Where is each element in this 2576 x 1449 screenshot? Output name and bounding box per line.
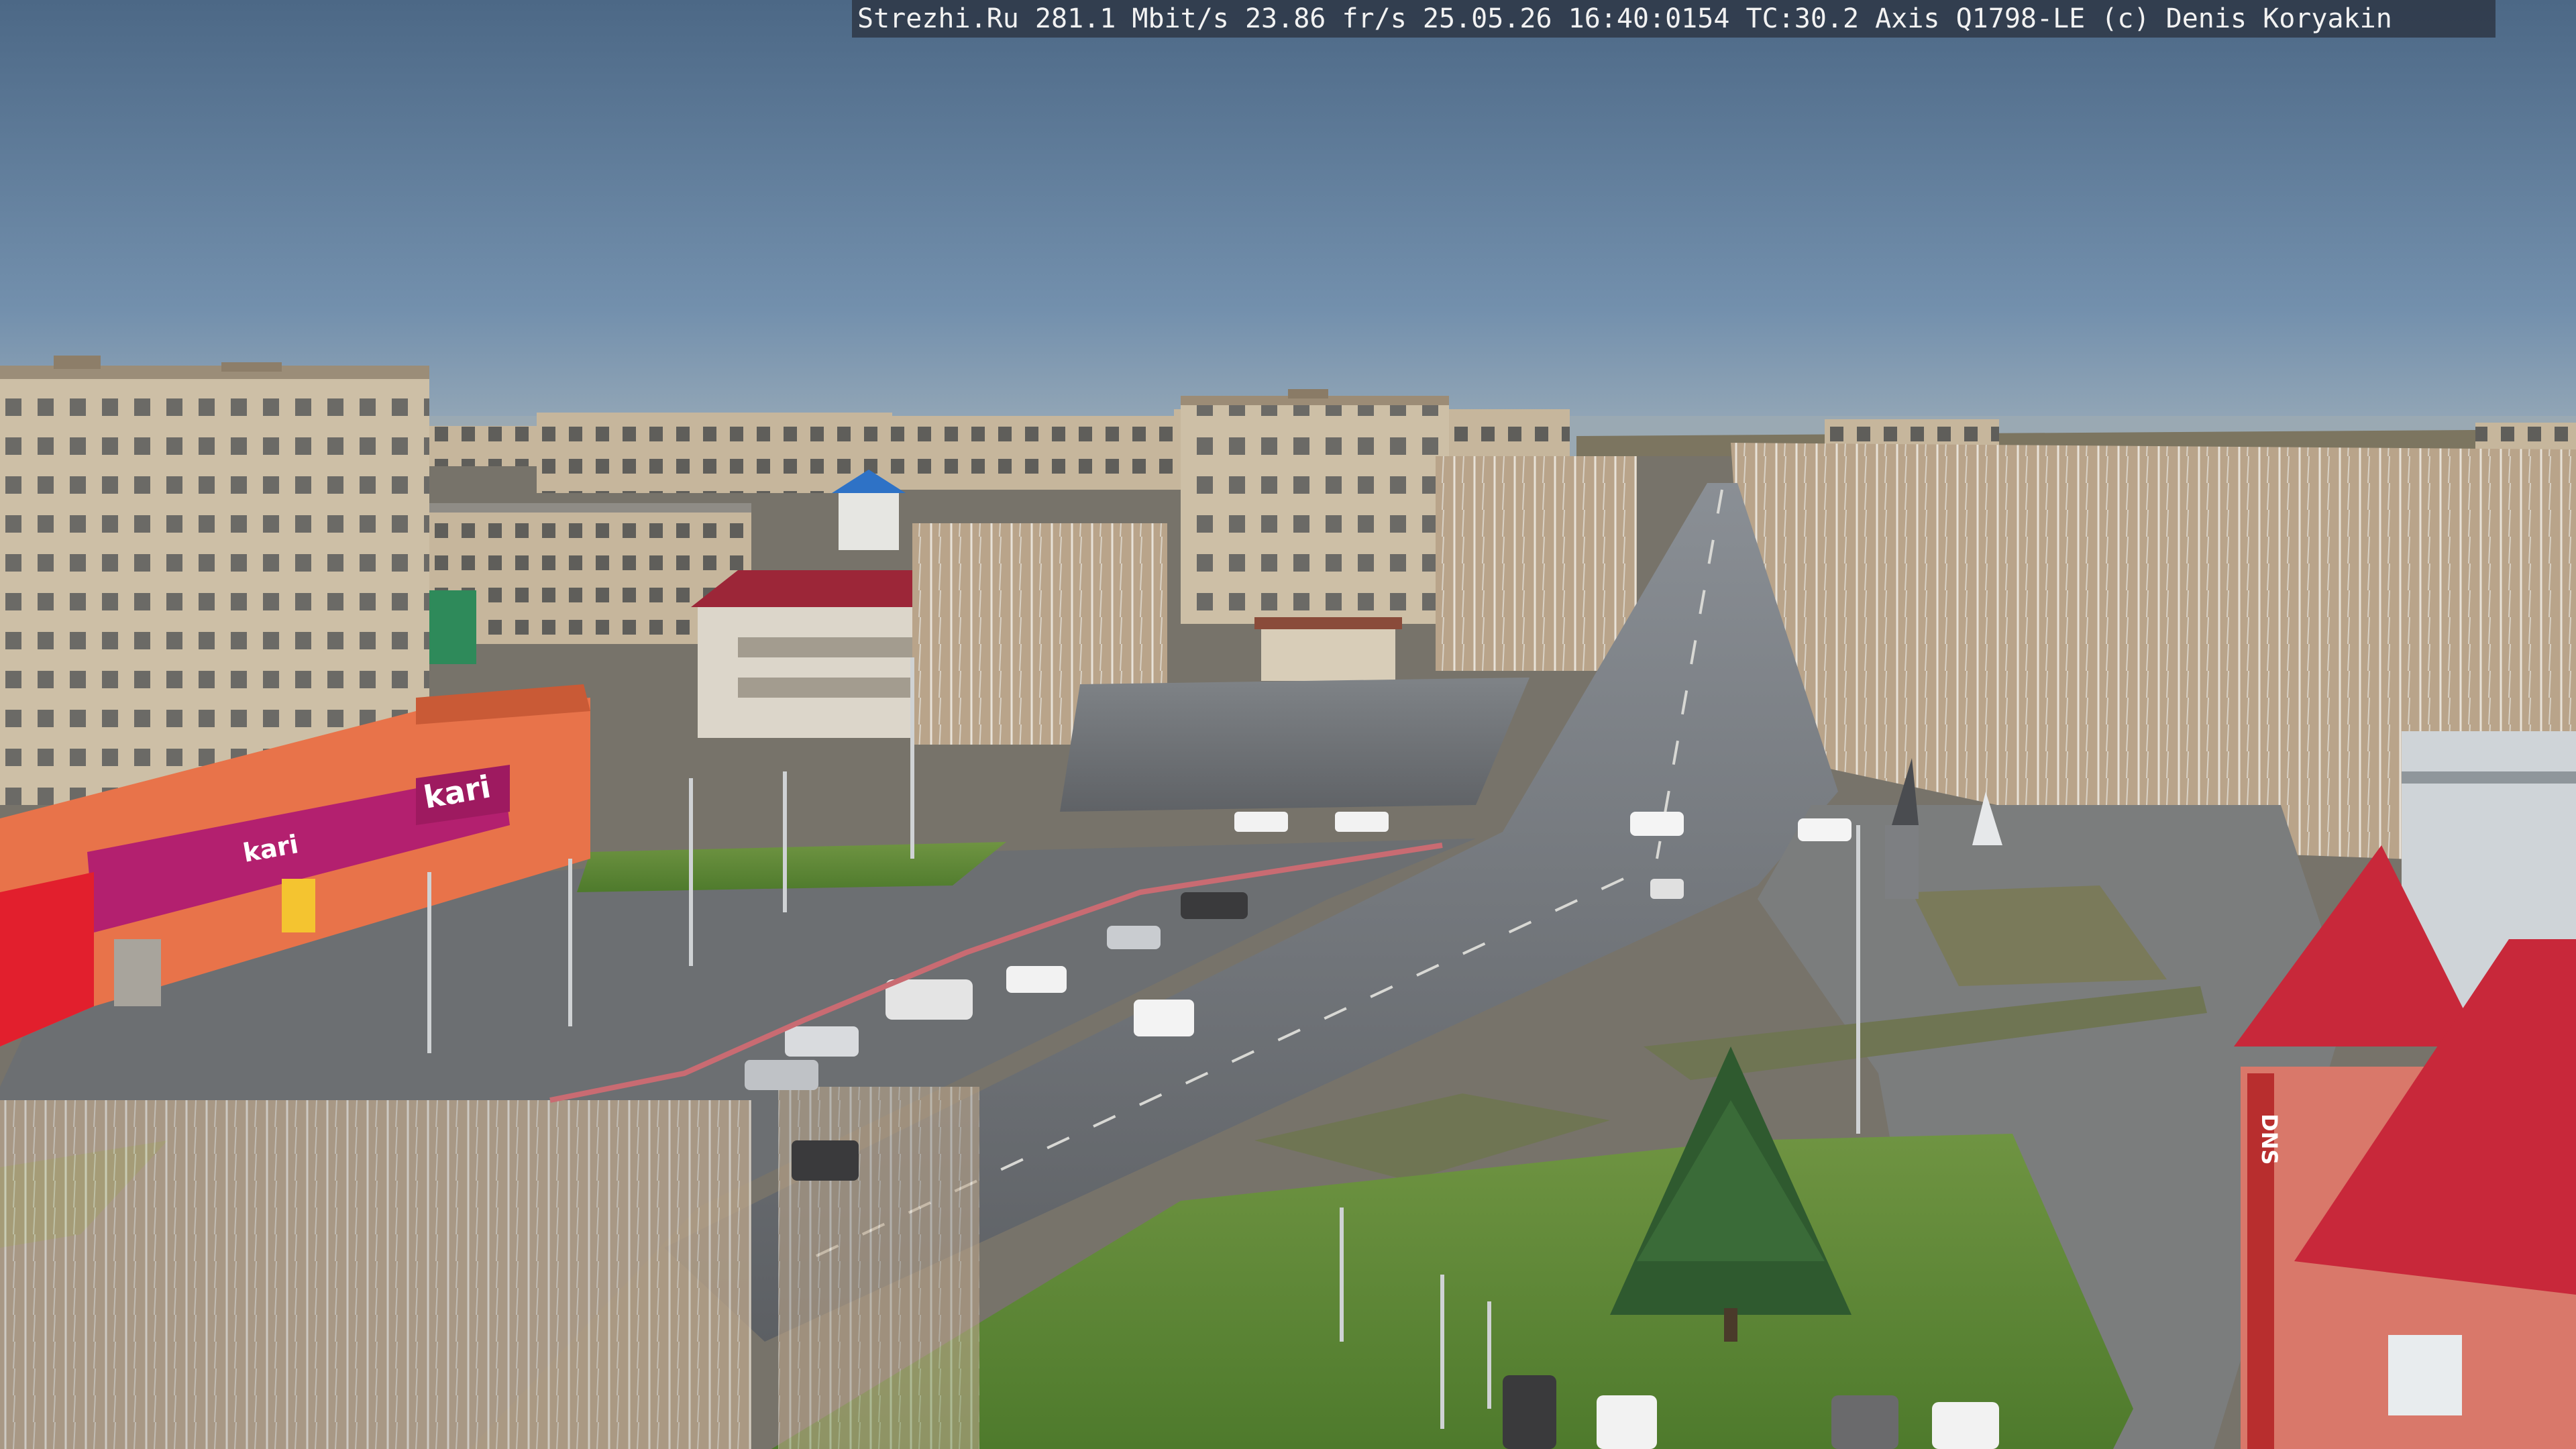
bare-trees-foreground-left — [0, 1100, 751, 1449]
dns-sign: DNS — [2257, 1114, 2282, 1165]
plaza-pavilion — [1254, 617, 1402, 681]
city-panorama: kari kari DNS — [0, 0, 2576, 1449]
central-apartment-tower — [1181, 389, 1449, 624]
camera-info-overlay: Strezhi.Ru 281.1 Mbit/s 23.86 fr/s 25.05… — [852, 0, 2496, 38]
green-roof-house — [429, 590, 476, 664]
webcam-scene: kari kari DNS Strezhi.Ru 281.1 Mbit/s 23… — [0, 0, 2576, 1449]
birch-grove-left-street — [1436, 456, 1637, 671]
upper-plaza — [1060, 678, 1529, 812]
red-roof-building — [691, 570, 946, 738]
